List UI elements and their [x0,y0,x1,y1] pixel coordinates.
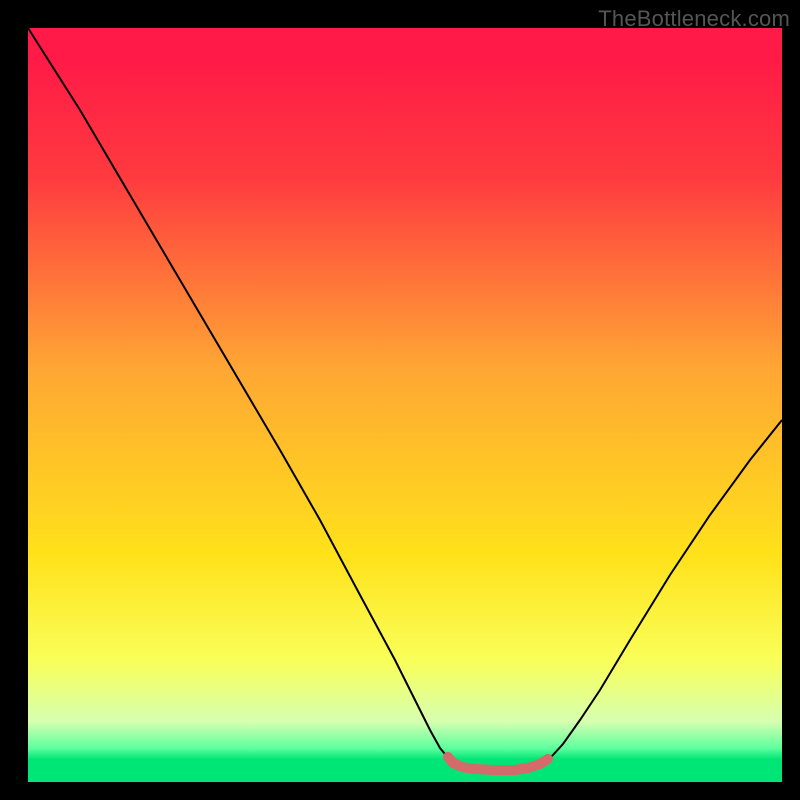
bottleneck-chart [0,0,800,800]
chart-frame: TheBottleneck.com [0,0,800,800]
plot-background [28,28,782,782]
